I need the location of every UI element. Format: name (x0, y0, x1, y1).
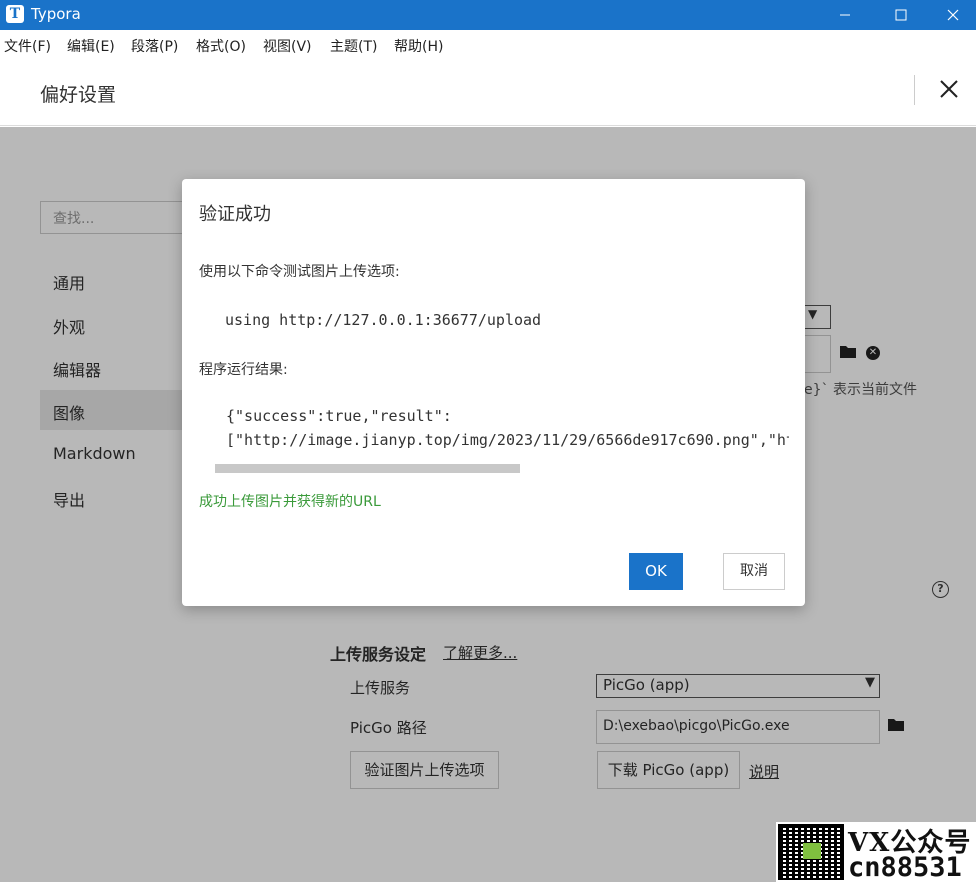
window-close-button[interactable] (930, 0, 976, 30)
menu-format[interactable]: 格式(O) (196, 36, 246, 56)
window-title: Typora (31, 5, 81, 23)
dialog-title: 验证成功 (199, 204, 271, 225)
cancel-button[interactable]: 取消 (723, 553, 785, 590)
typora-logo-icon: T (6, 5, 24, 23)
menu-bar: 文件(F) 编辑(E) 段落(P) 格式(O) 视图(V) 主题(T) 帮助(H… (0, 30, 976, 60)
menu-theme[interactable]: 主题(T) (330, 36, 377, 56)
result-label: 程序运行结果: (199, 362, 288, 378)
result-line-1: {"success":true,"result": (226, 407, 452, 425)
title-bar: T Typora (0, 0, 976, 30)
qr-logo-icon (803, 843, 821, 859)
header-divider (914, 75, 915, 105)
ok-button[interactable]: OK (629, 553, 683, 590)
menu-file[interactable]: 文件(F) (4, 36, 51, 56)
menu-view[interactable]: 视图(V) (263, 36, 312, 56)
test-command: using http://127.0.0.1:36677/upload (225, 311, 542, 329)
horizontal-scrollbar[interactable] (215, 464, 520, 473)
result-output[interactable]: {"success":true,"result": ["http://image… (226, 407, 789, 451)
page-title: 偏好设置 (40, 84, 117, 106)
menu-edit[interactable]: 编辑(E) (67, 36, 115, 56)
success-message: 成功上传图片并获得新的URL (199, 494, 381, 510)
menu-paragraph[interactable]: 段落(P) (131, 36, 178, 56)
verify-success-dialog: 验证成功 使用以下命令测试图片上传选项: using http://127.0.… (182, 179, 805, 606)
result-line-2: ["http://image.jianyp.top/img/2023/11/29… (226, 431, 789, 449)
watermark: VX公众号 cn88531 (776, 822, 976, 882)
preferences-header: 偏好设置 (0, 60, 976, 126)
minimize-button[interactable] (822, 0, 868, 30)
watermark-line-2: cn88531 (848, 852, 962, 882)
dialog-instruction: 使用以下命令测试图片上传选项: (199, 264, 400, 280)
maximize-button[interactable] (878, 0, 924, 30)
menu-help[interactable]: 帮助(H) (394, 36, 443, 56)
close-preferences-button[interactable] (934, 74, 964, 104)
close-icon (940, 80, 958, 98)
